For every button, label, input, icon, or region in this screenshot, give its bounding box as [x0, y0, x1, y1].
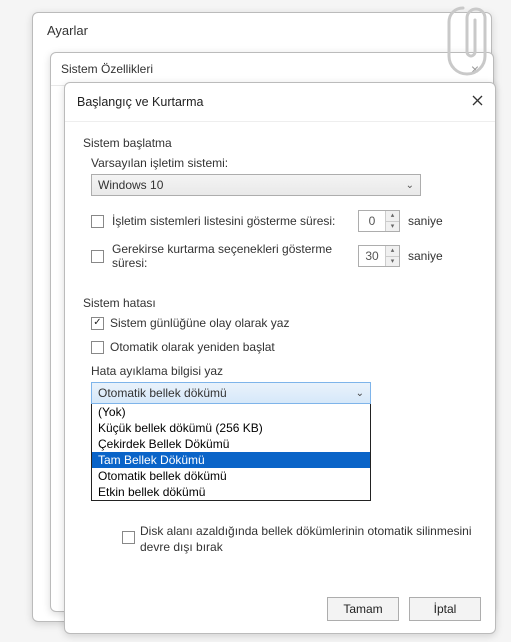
startup-header: Sistem başlatma [83, 136, 477, 150]
ok-button[interactable]: Tamam [327, 597, 399, 621]
default-os-select[interactable]: Windows 10 ⌄ [91, 174, 421, 196]
paperclip-icon [445, 2, 499, 81]
stepper-up-icon[interactable]: ▴ [386, 211, 399, 221]
write-log-label: Sistem günlüğüne olay olarak yaz [110, 316, 289, 330]
seconds-unit: saniye [408, 214, 443, 228]
os-list-time-checkbox[interactable] [91, 215, 104, 228]
dialog-title: Başlangıç ve Kurtarma [77, 95, 203, 109]
failure-header: Sistem hatası [83, 296, 477, 310]
settings-title: Ayarlar [33, 13, 491, 44]
stepper-down-icon[interactable]: ▾ [386, 256, 399, 266]
auto-restart-checkbox[interactable] [91, 341, 104, 354]
system-properties-title: Sistem Özellikleri [61, 62, 153, 76]
debug-dump-option[interactable]: (Yok) [92, 404, 370, 420]
disable-autodelete-label: Disk alanı azaldığında bellek dökümlerin… [140, 523, 480, 555]
recovery-time-checkbox[interactable] [91, 250, 104, 263]
debug-dump-option[interactable]: Etkin bellek dökümü [92, 484, 370, 500]
os-list-time-label: İşletim sistemleri listesini gösterme sü… [112, 214, 350, 228]
debug-dump-select[interactable]: Otomatik bellek dökümü ⌄ [91, 382, 371, 404]
debug-dump-option[interactable]: Küçük bellek dökümü (256 KB) [92, 420, 370, 436]
stepper-down-icon[interactable]: ▾ [386, 221, 399, 231]
cancel-button[interactable]: İptal [409, 597, 481, 621]
auto-restart-label: Otomatik olarak yeniden başlat [110, 340, 275, 354]
debug-dump-option[interactable]: Çekirdek Bellek Dökümü [92, 436, 370, 452]
stepper-up-icon[interactable]: ▴ [386, 246, 399, 256]
debug-dump-option[interactable]: Tam Bellek Dökümü [92, 452, 370, 468]
debug-info-label: Hata ayıklama bilgisi yaz [91, 364, 477, 378]
write-log-checkbox[interactable] [91, 317, 104, 330]
chevron-down-icon: ⌄ [406, 180, 414, 191]
debug-dump-option[interactable]: Otomatik bellek dökümü [92, 468, 370, 484]
seconds-unit: saniye [408, 249, 443, 263]
chevron-down-icon: ⌄ [356, 388, 364, 399]
os-list-time-stepper[interactable]: 0 ▴▾ [358, 210, 400, 232]
default-os-value: Windows 10 [98, 178, 163, 192]
debug-dump-dropdown[interactable]: (Yok)Küçük bellek dökümü (256 KB)Çekirde… [91, 404, 371, 501]
disable-autodelete-checkbox[interactable] [122, 531, 135, 544]
close-icon[interactable] [472, 93, 483, 111]
debug-dump-selected: Otomatik bellek dökümü [98, 386, 227, 400]
recovery-time-stepper[interactable]: 30 ▴▾ [358, 245, 400, 267]
recovery-time-label: Gerekirse kurtarma seçenekleri gösterme … [112, 242, 350, 270]
default-os-label: Varsayılan işletim sistemi: [91, 156, 477, 170]
